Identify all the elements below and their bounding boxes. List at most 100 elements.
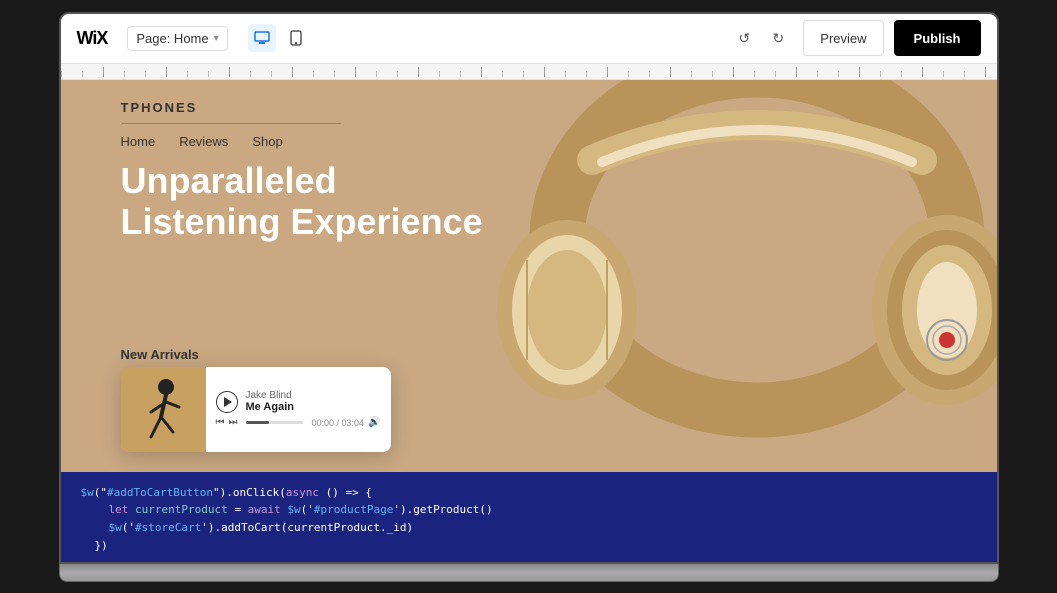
track-info: Jake Blind Me Again	[246, 390, 295, 413]
ruler-tick	[607, 67, 608, 77]
page-selector-label: Page: Home	[136, 31, 208, 46]
code-keyword-async: async	[286, 486, 319, 499]
ruler-tick	[733, 67, 734, 77]
ruler-tick	[922, 67, 923, 77]
ruler-tick	[124, 71, 125, 77]
ruler-tick	[355, 67, 356, 77]
publish-button[interactable]: Publish	[894, 20, 981, 56]
ruler-tick	[82, 71, 83, 77]
chevron-down-icon: ▾	[214, 33, 219, 44]
ruler-tick	[229, 67, 230, 77]
ruler-tick	[271, 71, 272, 77]
ruler-tick	[901, 71, 902, 77]
ruler-tick	[481, 67, 482, 77]
progress-bar[interactable]	[246, 421, 304, 424]
ruler-tick	[544, 67, 545, 77]
ruler-tick	[166, 67, 167, 77]
ruler-tick	[397, 71, 398, 77]
ruler-tick	[754, 71, 755, 77]
music-player-card: Jake Blind Me Again ⏮ ⏭ 00:00 / 03:04	[121, 367, 391, 452]
nav-link-home[interactable]: Home	[121, 134, 156, 149]
player-content: Jake Blind Me Again ⏮ ⏭ 00:00 / 03:04	[206, 382, 391, 436]
hero-title: Unparalleled Listening Experience	[121, 160, 483, 243]
editor-header: WiX Page: Home ▾	[61, 14, 997, 64]
mobile-view-icon[interactable]	[282, 24, 310, 52]
track-artist: Jake Blind	[246, 390, 295, 401]
ruler-tick	[418, 67, 419, 77]
new-arrivals-label: New Arrivals	[121, 347, 199, 362]
player-thumbnail	[121, 367, 206, 452]
canvas-area: TPHONES Home Reviews Shop Unparalleled L…	[61, 80, 997, 562]
fast-forward-icon[interactable]: ⏭	[229, 417, 238, 428]
nav-divider	[121, 123, 341, 124]
undo-button[interactable]: ↺	[729, 23, 759, 53]
code-panel: $w("#addToCartButton").onClick(async () …	[61, 472, 997, 562]
hero-title-line1: Unparalleled	[121, 160, 337, 201]
ruler-tick	[880, 71, 881, 77]
ruler-tick	[208, 71, 209, 77]
skip-back-icon[interactable]: ⏮	[216, 417, 225, 428]
code-line-1: $w("#addToCartButton").onClick(async () …	[81, 484, 977, 502]
ruler-tick	[796, 67, 797, 77]
wix-logo: WiX	[77, 28, 108, 49]
play-button[interactable]	[216, 391, 238, 413]
ruler-tick	[376, 71, 377, 77]
ruler-tick	[439, 71, 440, 77]
nav-links: Home Reviews Shop	[121, 134, 937, 149]
ruler-tick	[859, 67, 860, 77]
page-selector[interactable]: Page: Home ▾	[127, 26, 227, 51]
total-time: 03:04	[342, 418, 365, 428]
ruler-tick	[775, 71, 776, 77]
code-line-2: let currentProduct = await $w('#productP…	[81, 501, 977, 519]
hero-text: Unparalleled Listening Experience	[121, 160, 483, 243]
code-line-4: })	[81, 537, 977, 555]
track-title: Me Again	[246, 401, 295, 413]
preview-button[interactable]: Preview	[803, 20, 883, 56]
volume-icon[interactable]: 🔊	[368, 417, 380, 428]
ruler-tick	[250, 71, 251, 77]
ruler-tick	[292, 67, 293, 77]
redo-button[interactable]: ↻	[763, 23, 793, 53]
ruler-tick	[103, 67, 104, 77]
hero-title-line2: Listening Experience	[121, 201, 483, 242]
ruler-tick	[628, 71, 629, 77]
player-top: Jake Blind Me Again	[216, 390, 381, 413]
laptop-screen: WiX Page: Home ▾	[59, 12, 999, 564]
code-line-3: $w('#storeCart').addToCart(currentProduc…	[81, 519, 977, 537]
ruler-tick	[586, 71, 587, 77]
site-brand: TPHONES	[121, 100, 937, 115]
site-content: TPHONES Home Reviews Shop Unparalleled L…	[61, 80, 997, 472]
ruler-tick	[838, 71, 839, 77]
header-right: ↺ ↻ Preview Publish	[729, 20, 980, 56]
ruler-tick	[523, 71, 524, 77]
nav-link-shop[interactable]: Shop	[252, 134, 282, 149]
ruler-tick	[964, 71, 965, 77]
ruler-tick	[334, 71, 335, 77]
ruler-tick	[817, 71, 818, 77]
ruler-tick	[985, 67, 986, 77]
code-method: ("#addToCartButton").onClick(	[94, 486, 286, 499]
player-controls: ⏮ ⏭ 00:00 / 03:04 🔊	[216, 417, 381, 428]
undo-redo-group: ↺ ↻	[729, 23, 793, 53]
nav-link-reviews[interactable]: Reviews	[179, 134, 228, 149]
ruler-tick	[61, 71, 62, 77]
ruler-tick	[712, 71, 713, 77]
code-selector: $w	[81, 486, 94, 499]
ruler-tick	[502, 71, 503, 77]
ruler-tick	[565, 71, 566, 77]
ruler-tick	[460, 71, 461, 77]
play-icon	[224, 397, 232, 407]
site-navigation: TPHONES Home Reviews Shop	[61, 80, 997, 149]
laptop-wrapper: WiX Page: Home ▾	[59, 12, 999, 582]
view-icons	[248, 24, 310, 52]
ruler-tick	[145, 71, 146, 77]
ruler-tick	[670, 67, 671, 77]
ruler-tick	[691, 71, 692, 77]
current-time: 00:00	[311, 418, 334, 428]
desktop-view-icon[interactable]	[248, 24, 276, 52]
laptop-base	[59, 564, 999, 582]
ruler-tick	[943, 71, 944, 77]
time-display: 00:00 / 03:04	[311, 418, 364, 428]
ruler-tick	[187, 71, 188, 77]
ruler	[61, 64, 997, 80]
